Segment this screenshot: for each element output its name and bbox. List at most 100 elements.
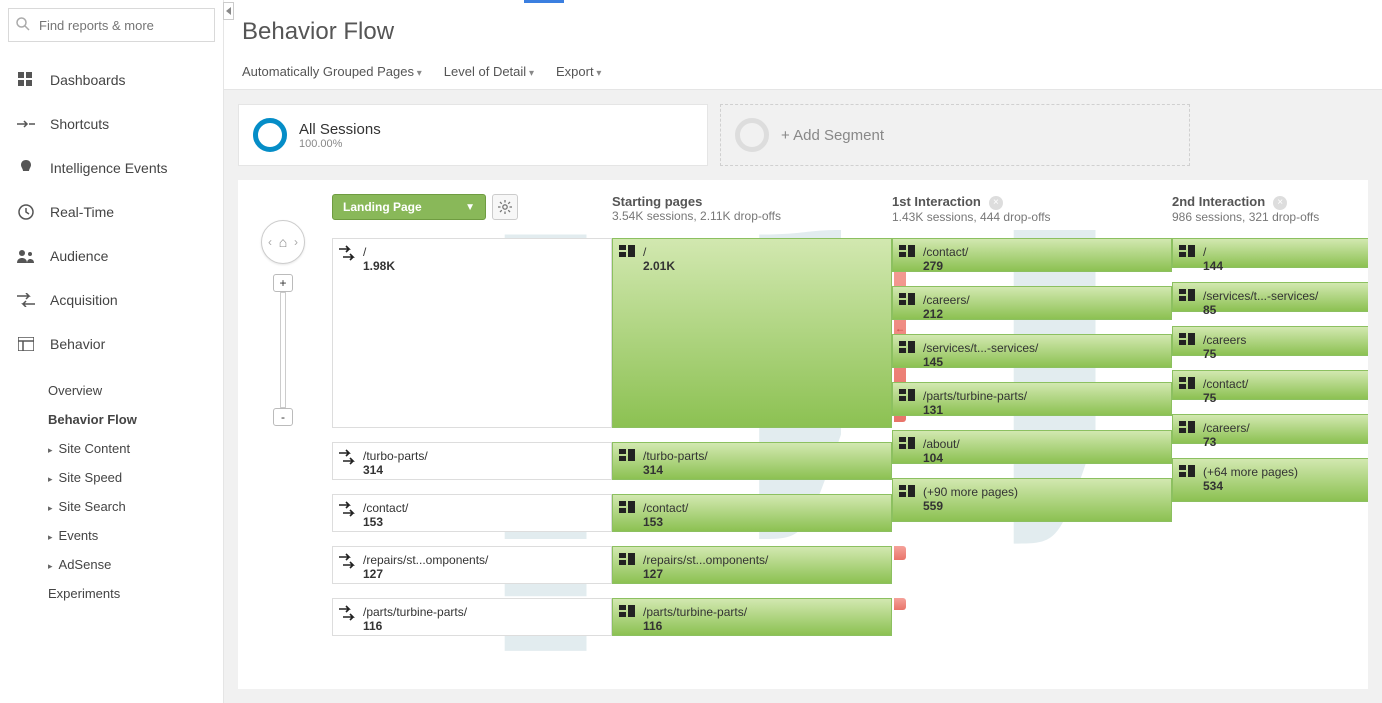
page-grid-icon bbox=[1179, 333, 1197, 349]
home-icon: ⌂ bbox=[279, 234, 287, 250]
chevron-left-icon bbox=[226, 7, 232, 15]
node-path: (+64 more pages) bbox=[1203, 465, 1368, 479]
zoom-slider[interactable] bbox=[280, 292, 286, 408]
nav-intelligence[interactable]: Intelligence Events bbox=[0, 146, 223, 190]
node-value: 116 bbox=[643, 619, 883, 633]
subnav-item-site-content[interactable]: Site Content bbox=[48, 434, 223, 463]
flow-node[interactable]: (+90 more pages)559 bbox=[892, 478, 1172, 522]
column-title: 2nd Interaction bbox=[1172, 194, 1265, 209]
nav-acquisition[interactable]: Acquisition bbox=[0, 278, 223, 322]
segment-all-sessions[interactable]: All Sessions 100.00% bbox=[238, 104, 708, 166]
behavior-flow-canvas[interactable]: ⌂ + - Landing Page▼ /1.98K/turbo-parts/31… bbox=[238, 180, 1368, 689]
node-value: 212 bbox=[923, 307, 1163, 321]
shortcut-icon bbox=[14, 114, 38, 134]
node-path: /contact/ bbox=[1203, 377, 1368, 391]
segment-ring-placeholder-icon bbox=[735, 118, 769, 152]
home-button[interactable]: ⌂ bbox=[261, 220, 305, 264]
column-subtitle: 986 sessions, 321 drop-offs bbox=[1172, 210, 1368, 224]
segment-title: All Sessions bbox=[299, 121, 381, 138]
node-path: /contact/ bbox=[643, 501, 883, 515]
entry-arrow-icon bbox=[339, 605, 357, 621]
page-grid-icon bbox=[1179, 377, 1197, 393]
subnav-item-site-speed[interactable]: Site Speed bbox=[48, 463, 223, 492]
flow-node[interactable]: (+64 more pages)534 bbox=[1172, 458, 1368, 502]
settings-button[interactable] bbox=[492, 194, 518, 220]
flow-node[interactable]: /1.98K bbox=[332, 238, 612, 428]
flow-node[interactable]: /about/104 bbox=[892, 430, 1172, 464]
subnav-item-adsense[interactable]: AdSense bbox=[48, 550, 223, 579]
flow-node[interactable]: /parts/turbine-parts/116 bbox=[332, 598, 612, 636]
zoom-out-button[interactable]: - bbox=[273, 408, 293, 426]
flow-node[interactable]: /parts/turbine-parts/116 bbox=[612, 598, 892, 636]
close-column-button[interactable]: × bbox=[1273, 196, 1287, 210]
flow-controls: ⌂ + - bbox=[258, 220, 308, 426]
flow-node[interactable]: /repairs/st...omponents/127 bbox=[332, 546, 612, 584]
page-grid-icon bbox=[899, 389, 917, 405]
bulb-icon bbox=[14, 158, 38, 178]
nav-behavior[interactable]: Behavior bbox=[0, 322, 223, 366]
column-subtitle: 1.43K sessions, 444 drop-offs bbox=[892, 210, 1172, 224]
flow-node[interactable]: /repairs/st...omponents/127 bbox=[612, 546, 892, 584]
page-grid-icon bbox=[619, 449, 637, 465]
column-title: Starting pages bbox=[612, 194, 702, 209]
flow-node[interactable]: /2.01K↓ bbox=[612, 238, 892, 428]
page-grid-icon bbox=[899, 341, 917, 357]
node-value: 314 bbox=[643, 463, 883, 477]
nav-dashboards[interactable]: Dashboards bbox=[0, 58, 223, 102]
toolbar-grouped-pages[interactable]: Automatically Grouped Pages bbox=[242, 64, 422, 79]
sidebar-collapse-handle[interactable] bbox=[223, 2, 234, 20]
node-path: /contact/ bbox=[363, 501, 603, 515]
chevron-down-icon: ▼ bbox=[465, 202, 475, 213]
node-path: /about/ bbox=[923, 437, 1163, 451]
nav-audience[interactable]: Audience bbox=[0, 234, 223, 278]
grid-icon bbox=[14, 70, 38, 90]
flow-node[interactable]: /careers/73 bbox=[1172, 414, 1368, 444]
toolbar-export[interactable]: Export bbox=[556, 64, 601, 79]
column-subtitle: 3.54K sessions, 2.11K drop-offs bbox=[612, 209, 892, 223]
node-path: /parts/turbine-parts/ bbox=[363, 605, 603, 619]
flow-node[interactable]: /144 bbox=[1172, 238, 1368, 268]
flow-column-landing: Landing Page▼ /1.98K/turbo-parts/314/cont… bbox=[332, 190, 612, 689]
zoom-in-button[interactable]: + bbox=[273, 274, 293, 292]
segments-row: All Sessions 100.00% + Add Segment bbox=[224, 90, 1382, 180]
node-path: /turbo-parts/ bbox=[363, 449, 603, 463]
flow-column-int1: 1st Interaction×1.43K sessions, 444 drop… bbox=[892, 190, 1172, 689]
flow-node[interactable]: /careers75 bbox=[1172, 326, 1368, 356]
subnav-item-experiments[interactable]: Experiments bbox=[48, 579, 223, 608]
dimension-dropdown[interactable]: Landing Page▼ bbox=[332, 194, 486, 220]
page-grid-icon bbox=[899, 245, 917, 261]
page-grid-icon bbox=[899, 485, 917, 501]
nav-shortcuts[interactable]: Shortcuts bbox=[0, 102, 223, 146]
flow-node[interactable]: /parts/turbine-parts/131 bbox=[892, 382, 1172, 416]
flow-node[interactable]: /contact/153 bbox=[332, 494, 612, 532]
flow-node[interactable]: /contact/153 bbox=[612, 494, 892, 532]
nav-realtime[interactable]: Real-Time bbox=[0, 190, 223, 234]
entry-arrow-icon bbox=[339, 245, 357, 261]
subnav-item-events[interactable]: Events bbox=[48, 521, 223, 550]
page-grid-icon bbox=[619, 553, 637, 569]
subnav-item-site-search[interactable]: Site Search bbox=[48, 492, 223, 521]
flow-node[interactable]: /turbo-parts/314 bbox=[612, 442, 892, 480]
node-value: 127 bbox=[363, 567, 603, 581]
subnav-item-overview[interactable]: Overview bbox=[48, 376, 223, 405]
flow-column-start: Starting pages3.54K sessions, 2.11K drop… bbox=[612, 190, 892, 689]
node-value: 279 bbox=[923, 259, 1163, 273]
page-grid-icon bbox=[1179, 465, 1197, 481]
flow-node[interactable]: /careers/212 bbox=[892, 286, 1172, 320]
page-title: Behavior Flow bbox=[242, 18, 1364, 46]
flow-node[interactable]: /services/t...-services/85 bbox=[1172, 282, 1368, 312]
flow-node[interactable]: /turbo-parts/314 bbox=[332, 442, 612, 480]
search-input[interactable] bbox=[8, 8, 215, 42]
toolbar-level-of-detail[interactable]: Level of Detail bbox=[444, 64, 534, 79]
flow-node[interactable]: /services/t...-services/145 bbox=[892, 334, 1172, 368]
page-grid-icon bbox=[619, 245, 637, 261]
node-value: 104 bbox=[923, 451, 1163, 465]
flow-node[interactable]: /contact/75 bbox=[1172, 370, 1368, 400]
nav-label: Behavior bbox=[50, 336, 105, 352]
node-path: /parts/turbine-parts/ bbox=[643, 605, 883, 619]
add-segment-button[interactable]: + Add Segment bbox=[720, 104, 1190, 166]
flow-node[interactable]: /contact/279 bbox=[892, 238, 1172, 272]
page-grid-icon bbox=[1179, 289, 1197, 305]
subnav-item-behavior-flow[interactable]: Behavior Flow bbox=[48, 405, 223, 434]
close-column-button[interactable]: × bbox=[989, 196, 1003, 210]
